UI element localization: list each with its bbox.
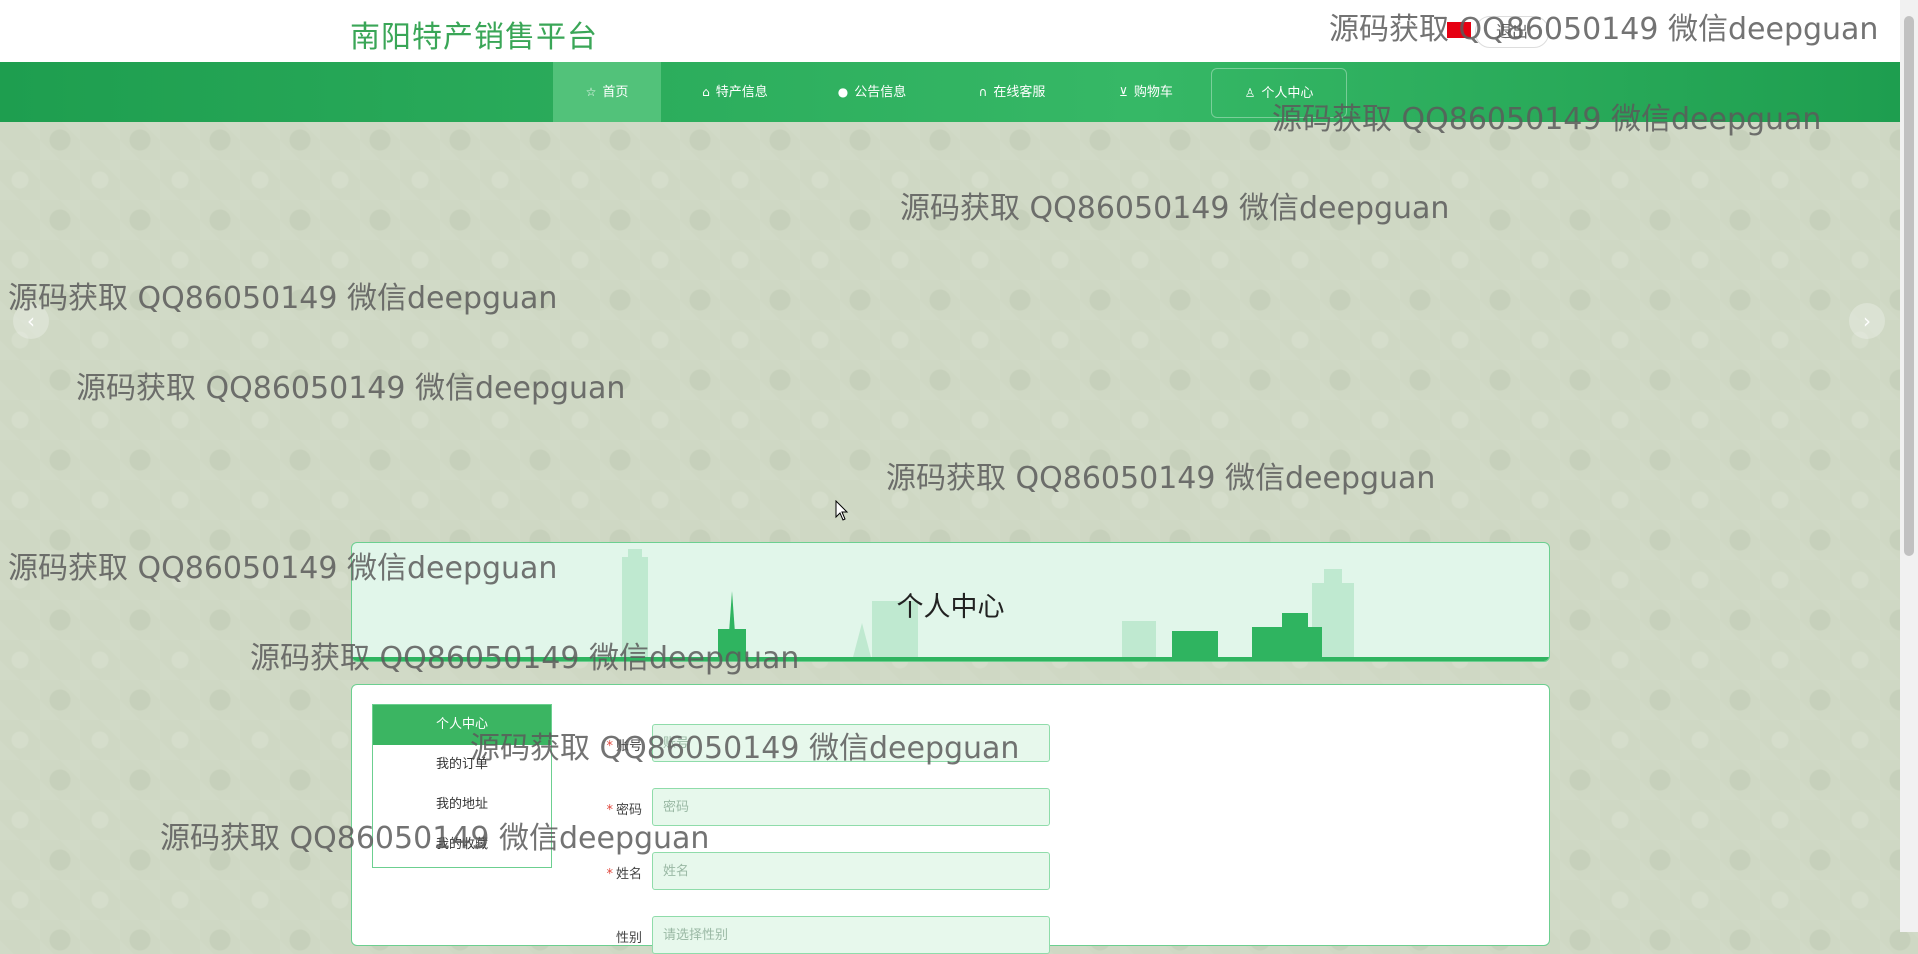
password-label: * 密码	[606, 803, 642, 818]
nav-label: 首页	[602, 85, 629, 100]
carousel-prev-button[interactable]: ‹	[13, 303, 49, 339]
nav-label: 购物车	[1133, 85, 1173, 100]
nav-announcements[interactable]: ● 公告信息	[818, 62, 926, 122]
cart-icon: ⊻	[1119, 85, 1128, 99]
page-scrollbar[interactable]	[1900, 0, 1918, 932]
page-title: 个人中心	[896, 592, 1005, 623]
info-circle-icon: ●	[837, 85, 849, 99]
name-input[interactable]	[652, 852, 1050, 890]
gender-label: 性别	[615, 931, 642, 946]
name-label: * 姓名	[606, 867, 642, 882]
nav-label: 个人中心	[1261, 86, 1314, 101]
site-title[interactable]: 南阳特产销售平台	[350, 12, 598, 56]
watermark-text: 源码获取 QQ86050149 微信deepguan	[900, 191, 1450, 226]
nav-label: 在线客服	[993, 85, 1046, 100]
headset-icon: ∩	[978, 85, 988, 99]
carousel-next-button[interactable]: ›	[1849, 303, 1885, 339]
flag-icon	[1447, 22, 1471, 38]
watermark-text: 源码获取 QQ86050149 微信deepguan	[76, 371, 626, 406]
sidebar-item-my-favorites[interactable]: 我的收藏	[373, 825, 551, 865]
shopping-bag-icon: ⌂	[702, 85, 710, 99]
account-input[interactable]	[652, 724, 1050, 762]
nav-label: 特产信息	[715, 85, 768, 100]
top-header: 南阳特产销售平台 退出	[0, 0, 1900, 62]
account-label: * 账号	[606, 739, 642, 754]
password-input[interactable]	[652, 788, 1050, 826]
gender-select[interactable]	[652, 916, 1050, 954]
user-icon: ♙	[1244, 86, 1256, 100]
mouse-cursor-icon	[835, 500, 849, 521]
star-icon: ☆	[585, 85, 597, 99]
account-sidebar: 个人中心 我的订单 我的地址 我的收藏	[372, 704, 552, 868]
sidebar-item-personal-center[interactable]: 个人中心	[373, 705, 551, 745]
logout-button[interactable]: 退出	[1475, 16, 1549, 48]
main-nav: ☆ 首页 ⌂ 特产信息 ● 公告信息 ∩ 在线客服 ⊻ 购物车 ♙ 个人中心	[0, 62, 1900, 122]
watermark-text: 源码获取 QQ86050149 微信deepguan	[8, 281, 558, 316]
nav-home[interactable]: ☆ 首页	[553, 62, 661, 122]
nav-specialty-info[interactable]: ⌂ 特产信息	[681, 62, 789, 122]
nav-customer-service[interactable]: ∩ 在线客服	[958, 62, 1066, 122]
sidebar-item-my-addresses[interactable]: 我的地址	[373, 785, 551, 825]
nav-personal-center[interactable]: ♙ 个人中心	[1211, 68, 1347, 118]
page-banner: 个人中心	[351, 542, 1550, 662]
watermark-text: 源码获取 QQ86050149 微信deepguan	[886, 461, 1436, 496]
nav-cart[interactable]: ⊻ 购物车	[1092, 62, 1200, 122]
scrollbar-thumb[interactable]	[1904, 16, 1914, 556]
sidebar-item-my-orders[interactable]: 我的订单	[373, 745, 551, 785]
nav-label: 公告信息	[854, 85, 907, 100]
